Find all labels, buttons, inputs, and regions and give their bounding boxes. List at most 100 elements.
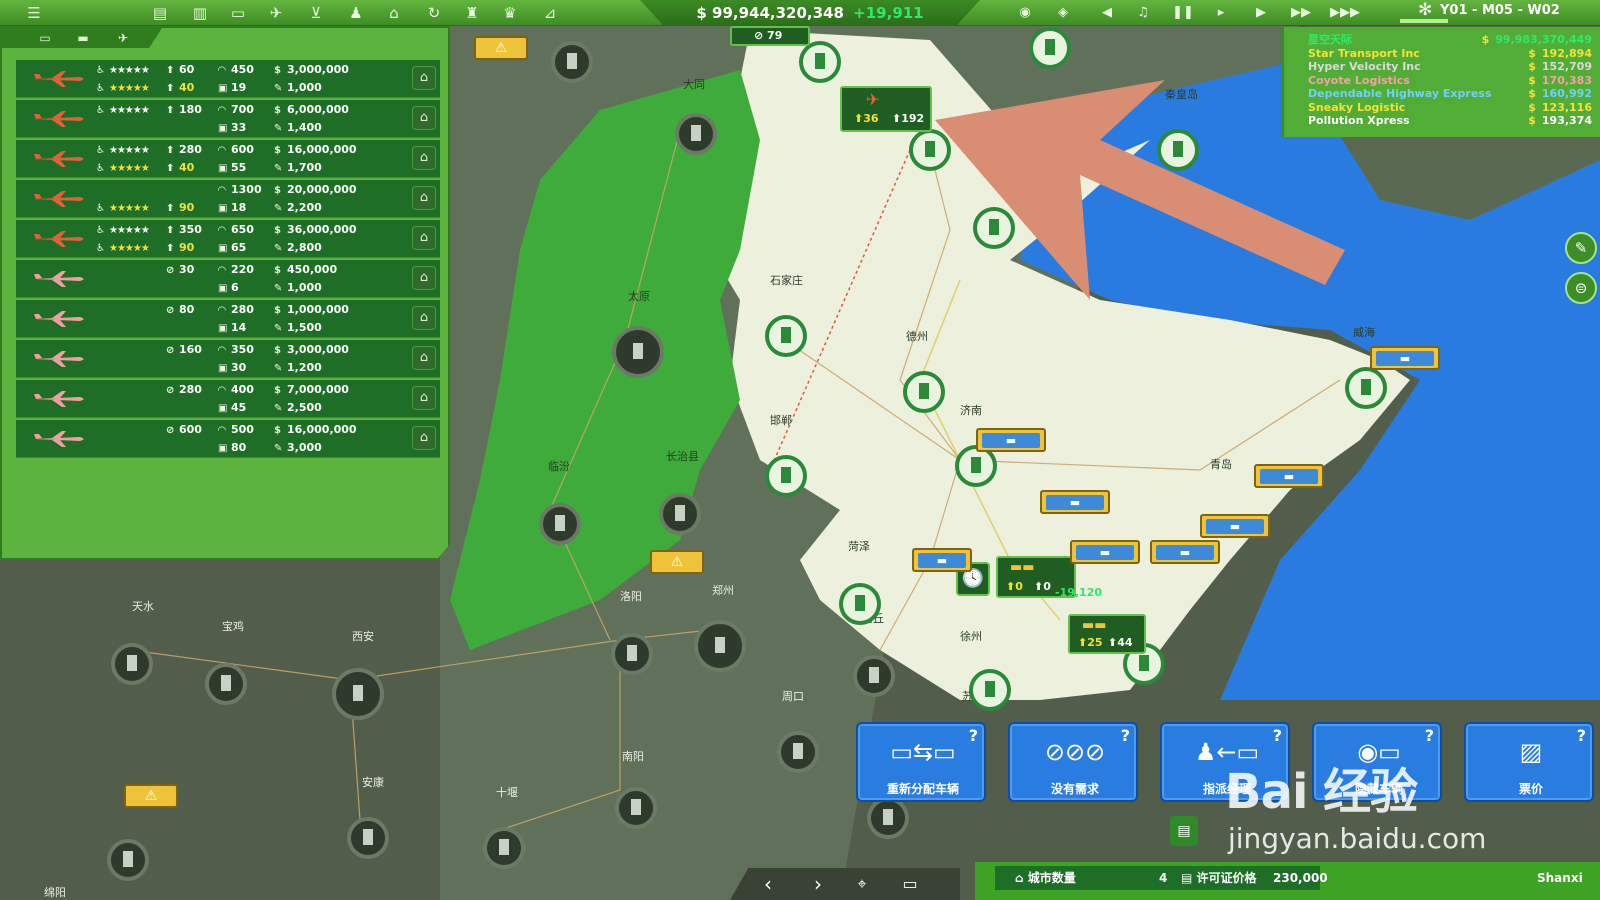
help-icon[interactable]: ?	[1425, 726, 1434, 745]
eye-icon[interactable]: ◉	[1014, 3, 1036, 23]
city-marker[interactable]	[483, 827, 525, 869]
prev-icon[interactable]: ‹	[748, 872, 788, 896]
buy-button[interactable]: ⌂	[412, 66, 436, 90]
buy-button[interactable]: ⌂	[412, 146, 436, 170]
fastest-icon[interactable]: ▶▶▶	[1330, 3, 1360, 23]
route-card[interactable]: ⊘ 79	[730, 26, 810, 46]
refresh-icon[interactable]: ↻	[424, 3, 444, 23]
trophy-icon[interactable]: ♛	[500, 3, 520, 23]
buy-button[interactable]: ⌂	[412, 386, 436, 410]
train-card-2[interactable]: ▬▬ ⬆25 ⬆44	[1068, 614, 1146, 654]
buy-button[interactable]: ⌂	[412, 266, 436, 290]
help-icon[interactable]: ?	[1273, 726, 1282, 745]
city-marker[interactable]	[615, 787, 657, 829]
gear-icon[interactable]: ✻	[1418, 0, 1432, 21]
bus-card-1[interactable]: ▬	[976, 428, 1046, 452]
city-marker[interactable]	[611, 633, 653, 675]
plane-card[interactable]: ✈ ⬆36 ⬆192	[840, 86, 932, 132]
city-marker[interactable]	[973, 207, 1015, 249]
help-icon[interactable]: ?	[969, 726, 978, 745]
city-marker[interactable]	[955, 445, 997, 487]
airport-icon[interactable]: ✈	[266, 3, 286, 23]
city-marker[interactable]	[765, 455, 807, 497]
map-icon[interactable]: ◈	[1052, 3, 1074, 23]
city-marker[interactable]	[1029, 27, 1071, 69]
city-marker[interactable]	[551, 41, 593, 83]
pencil-icon[interactable]: ✎	[1565, 232, 1597, 264]
city-marker[interactable]	[909, 129, 951, 171]
transport-icon[interactable]: ⊻	[306, 3, 326, 23]
location-icon[interactable]: ⌖	[842, 872, 882, 896]
bus-icon[interactable]: ▭	[228, 3, 248, 23]
help-icon[interactable]: ?	[1121, 726, 1130, 745]
ticket-price-button[interactable]: ▨ 票价?	[1464, 722, 1594, 802]
next-icon[interactable]: ›	[798, 872, 838, 896]
buy-button[interactable]: ⌂	[412, 346, 436, 370]
city-marker[interactable]	[777, 731, 819, 773]
vehicle-row[interactable]: ⊘ 80 ◠ 280 ▣ 14 $1,000,000 ✎ 1,500 ⌂	[16, 300, 440, 338]
depot-icon[interactable]: ▤	[150, 3, 170, 23]
city-marker[interactable]	[1157, 129, 1199, 171]
help-icon[interactable]: ?	[1577, 726, 1586, 745]
bus-card-7[interactable]: ▬	[1370, 346, 1440, 370]
vehicle-tool-icon[interactable]: ⊜	[1565, 272, 1597, 304]
bus-card-8[interactable]: ▬	[912, 548, 972, 572]
reassign-vehicle-button[interactable]: ▭⇆▭ 重新分配车辆?	[856, 722, 986, 802]
step-icon[interactable]: ▸	[1210, 3, 1232, 23]
buy-button[interactable]: ⌂	[412, 186, 436, 210]
warning-marker-1[interactable]: ⚠	[474, 36, 528, 60]
buy-button[interactable]: ⌂	[412, 226, 436, 250]
city-icon[interactable]: ♜	[462, 3, 482, 23]
warning-marker-3[interactable]: ⚠	[124, 784, 178, 808]
buy-button[interactable]: ⌂	[412, 306, 436, 330]
vehicle-row[interactable]: ⊘ 30 ◠ 220 ▣ 6 $450,000 ✎ 1,000 ⌂	[16, 260, 440, 298]
hamburger-icon[interactable]: ☰	[24, 3, 44, 23]
city-marker[interactable]	[332, 668, 384, 720]
buy-button[interactable]: ⌂	[412, 426, 436, 450]
volume-icon[interactable]: ◀	[1096, 3, 1118, 23]
city-marker[interactable]	[539, 503, 581, 545]
bus-card-6[interactable]: ▬	[1254, 464, 1324, 488]
folder-icon[interactable]: ▭	[890, 872, 930, 896]
fast-icon[interactable]: ▶▶	[1290, 3, 1312, 23]
bus-card-2[interactable]: ▬	[1040, 490, 1110, 514]
city-marker[interactable]	[107, 839, 149, 881]
city-marker[interactable]	[675, 113, 717, 155]
city-marker[interactable]	[694, 620, 746, 672]
vehicle-row[interactable]: ♿ ★★★★★ ⬆ 180 ◠ 700 ▣ 33 $6,000,000 ✎ 1,400 ⌂	[16, 100, 440, 138]
bus-card-5[interactable]: ▬	[1200, 514, 1270, 538]
city-marker[interactable]	[612, 326, 664, 378]
city-marker[interactable]	[765, 315, 807, 357]
city-marker[interactable]	[867, 797, 909, 839]
city-marker[interactable]	[347, 817, 389, 859]
play-icon[interactable]: ▶	[1250, 3, 1272, 23]
vehicle-row[interactable]: ♿ ★★★★★ ♿ ★★★★★ ⬆ 60 ⬆ 40 ◠ 450 ▣ 19 $3,000,000 ✎ 1,00…	[16, 60, 440, 98]
bus-card-3[interactable]: ▬	[1070, 540, 1140, 564]
vehicle-row[interactable]: ♿ ★★★★★ ♿ ★★★★★ ⬆ 350 ⬆ 90 ◠ 650 ▣ 65 $36,000,000 ✎ 2,…	[16, 220, 440, 258]
buy-button[interactable]: ⌂	[412, 106, 436, 130]
bank-icon[interactable]: ⌂	[384, 3, 404, 23]
bus-tab[interactable]: ▭	[28, 29, 62, 47]
city-marker[interactable]	[659, 493, 701, 535]
pause-icon[interactable]: ❚❚	[1172, 3, 1194, 23]
bus-card-4[interactable]: ▬	[1150, 540, 1220, 564]
music-icon[interactable]: ♫	[1132, 3, 1154, 23]
city-marker[interactable]	[839, 583, 881, 625]
city-marker[interactable]	[799, 41, 841, 83]
city-marker[interactable]	[205, 663, 247, 705]
report-icon[interactable]: ▤	[1170, 816, 1198, 846]
city-marker[interactable]	[1345, 367, 1387, 409]
city-marker[interactable]	[903, 371, 945, 413]
city-marker[interactable]	[853, 655, 895, 697]
vehicle-row[interactable]: ⊘ 600 ◠ 500 ▣ 80 $16,000,000 ✎ 3,000 ⌂	[16, 420, 440, 458]
warning-marker-2[interactable]: ⚠	[650, 550, 704, 574]
vehicle-row[interactable]: ♿ ★★★★★ ♿ ★★★★★ ⬆ 280 ⬆ 40 ◠ 600 ▣ 55 $16,000,000 ✎ 1,…	[16, 140, 440, 178]
city-marker[interactable]	[969, 669, 1011, 711]
vehicle-row[interactable]: ⊘ 160 ◠ 350 ▣ 30 $3,000,000 ✎ 1,200 ⌂	[16, 340, 440, 378]
vehicle-row[interactable]: ⊘ 280 ◠ 400 ▣ 45 $7,000,000 ✎ 2,500 ⌂	[16, 380, 440, 418]
manager-icon[interactable]: ♟	[346, 3, 366, 23]
station-icon[interactable]: ▥	[190, 3, 210, 23]
city-marker[interactable]	[111, 643, 153, 685]
no-demand-button[interactable]: ⊘⊘⊘ 没有需求?	[1008, 722, 1138, 802]
stats-icon[interactable]: ⊿	[540, 3, 560, 23]
